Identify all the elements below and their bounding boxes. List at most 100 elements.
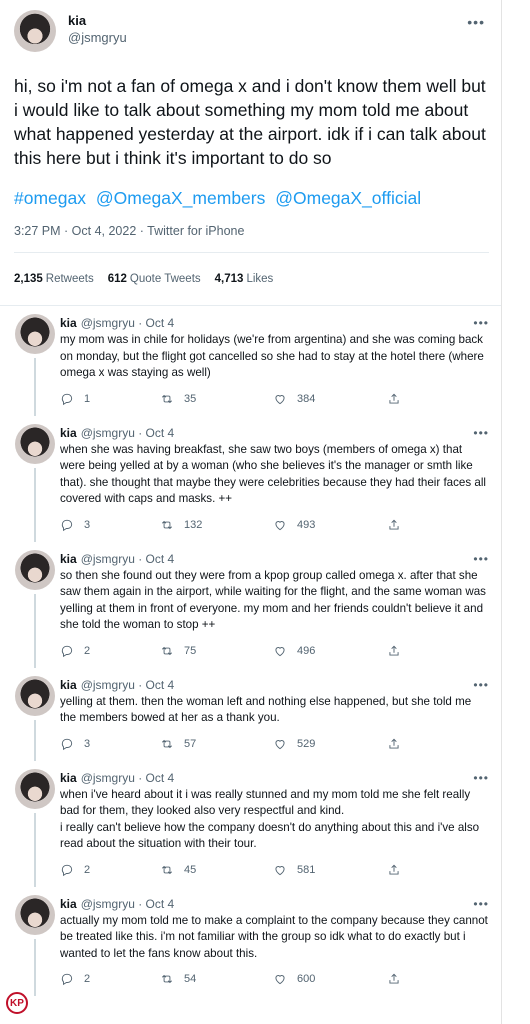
reply-count: 3 (84, 737, 91, 750)
main-tweet[interactable]: kia @jsmgryu ••• hi, so i'm not a fan of… (0, 0, 501, 305)
user-handle[interactable]: @jsmgryu (68, 30, 127, 45)
reply-button[interactable]: 3 (60, 737, 160, 751)
likes-stat[interactable]: 4,713 Likes (215, 273, 274, 285)
heart-icon (275, 739, 285, 749)
avatar[interactable] (15, 314, 55, 354)
user-handle[interactable]: @jsmgryu (81, 897, 135, 911)
tweet-actions: 3 57 529 (60, 727, 489, 761)
tweet-date[interactable]: · Oct 4 (138, 426, 174, 440)
reply-tweet[interactable]: kia @jsmgryu · Oct 4 ••• when i've heard… (0, 761, 501, 887)
reply-text: so then she found out they were from a k… (60, 568, 486, 632)
avatar[interactable] (15, 894, 55, 935)
like-button[interactable]: 600 (273, 972, 387, 986)
display-name[interactable]: kia (60, 897, 77, 911)
reply-icon (61, 645, 73, 657)
ellipsis-icon[interactable]: ••• (473, 897, 489, 911)
reply-button[interactable]: 2 (60, 644, 160, 658)
like-button[interactable]: 581 (273, 863, 387, 877)
reply-text: actually my mom told me to make a compla… (60, 913, 488, 960)
user-handle[interactable]: @jsmgryu (81, 678, 135, 692)
display-name[interactable]: kia (68, 13, 127, 28)
retweet-button[interactable]: 75 (160, 644, 273, 658)
tweet-date[interactable]: · Oct 4 (138, 897, 174, 911)
like-count: 600 (297, 973, 316, 985)
like-button[interactable]: 529 (273, 737, 387, 751)
reply-tweet[interactable]: kia @jsmgryu · Oct 4 ••• yelling at them… (0, 668, 501, 761)
retweet-button[interactable]: 54 (160, 972, 273, 986)
reply-text: when i've heard about it i was really st… (60, 787, 480, 851)
reply-button[interactable]: 2 (60, 972, 160, 986)
share-button[interactable] (387, 518, 411, 532)
reply-header: kia @jsmgryu · Oct 4 ••• (60, 314, 489, 332)
share-icon (389, 864, 399, 875)
avatar[interactable] (14, 10, 56, 52)
avatar[interactable] (15, 768, 55, 809)
ellipsis-icon[interactable]: ••• (473, 316, 489, 330)
display-name[interactable]: kia (60, 678, 77, 692)
avatar[interactable] (15, 675, 55, 716)
share-button[interactable] (387, 972, 411, 986)
user-handle[interactable]: @jsmgryu (81, 316, 135, 330)
retweet-icon (162, 974, 172, 984)
avatar[interactable] (15, 423, 55, 464)
reply-button[interactable]: 3 (60, 518, 160, 532)
like-button[interactable]: 493 (273, 518, 387, 532)
ellipsis-icon[interactable]: ••• (473, 771, 489, 785)
ellipsis-icon[interactable]: ••• (467, 14, 485, 30)
reply-button[interactable]: 1 (60, 392, 160, 406)
tweet-header: kia @jsmgryu ••• (14, 10, 489, 64)
tweet-date[interactable]: · Oct 4 (138, 771, 174, 785)
ellipsis-icon[interactable]: ••• (473, 426, 489, 440)
retweet-button[interactable]: 57 (160, 737, 273, 751)
share-button[interactable] (387, 392, 411, 406)
hashtag-link[interactable]: #omegax (14, 188, 86, 208)
ellipsis-icon[interactable]: ••• (473, 678, 489, 692)
reply-icon (61, 519, 73, 531)
reply-tweet[interactable]: kia @jsmgryu · Oct 4 ••• my mom was in c… (0, 306, 501, 416)
reply-icon (61, 738, 73, 750)
display-name[interactable]: kia (60, 426, 77, 440)
tweet-date[interactable]: · Oct 4 (138, 678, 174, 692)
share-button[interactable] (387, 644, 411, 658)
share-icon (389, 738, 399, 749)
retweet-count: 35 (184, 392, 197, 405)
retweet-button[interactable]: 132 (160, 518, 273, 532)
reply-tweet[interactable]: kia @jsmgryu · Oct 4 ••• so then she fou… (0, 542, 501, 668)
ellipsis-icon[interactable]: ••• (473, 552, 489, 566)
retweet-button[interactable]: 45 (160, 863, 273, 877)
user-handle[interactable]: @jsmgryu (81, 426, 135, 440)
display-name[interactable]: kia (60, 771, 77, 785)
retweet-icon (162, 394, 172, 403)
share-button[interactable] (387, 737, 411, 751)
mention-link[interactable]: @OmegaX_official (275, 188, 421, 208)
display-name[interactable]: kia (60, 316, 77, 330)
heart-icon (275, 394, 285, 404)
like-count: 529 (297, 737, 316, 750)
user-handle[interactable]: @jsmgryu (81, 552, 135, 566)
tweet-date[interactable]: · Oct 4 (138, 552, 174, 566)
reply-count: 2 (84, 644, 91, 657)
reply-tweet[interactable]: kia @jsmgryu · Oct 4 ••• actually my mom… (0, 887, 501, 996)
reply-button[interactable]: 2 (60, 863, 160, 877)
like-button[interactable]: 384 (273, 392, 387, 406)
share-icon (389, 645, 399, 656)
reply-header: kia @jsmgryu · Oct 4 ••• (60, 895, 489, 913)
heart-icon (275, 646, 285, 656)
reply-list: kia @jsmgryu · Oct 4 ••• my mom was in c… (0, 306, 501, 996)
display-name[interactable]: kia (60, 552, 77, 566)
reply-tweet[interactable]: kia @jsmgryu · Oct 4 ••• when she was ha… (0, 416, 501, 542)
retweet-button[interactable]: 35 (160, 392, 273, 406)
like-button[interactable]: 496 (273, 644, 387, 658)
quote-tweets-stat[interactable]: 612 Quote Tweets (108, 273, 201, 285)
mention-link[interactable]: @OmegaX_members (96, 188, 266, 208)
share-icon (389, 973, 399, 984)
tweet-timestamp[interactable]: 3:27 PM · Oct 4, 2022 · Twitter for iPho… (14, 224, 489, 244)
user-handle[interactable]: @jsmgryu (81, 771, 135, 785)
avatar[interactable] (15, 549, 55, 590)
reply-count: 2 (84, 973, 91, 985)
retweets-stat[interactable]: 2,135 Retweets (14, 273, 94, 285)
retweet-icon (162, 646, 172, 655)
retweet-count: 54 (184, 973, 197, 985)
share-button[interactable] (387, 863, 411, 877)
tweet-date[interactable]: · Oct 4 (138, 316, 174, 330)
